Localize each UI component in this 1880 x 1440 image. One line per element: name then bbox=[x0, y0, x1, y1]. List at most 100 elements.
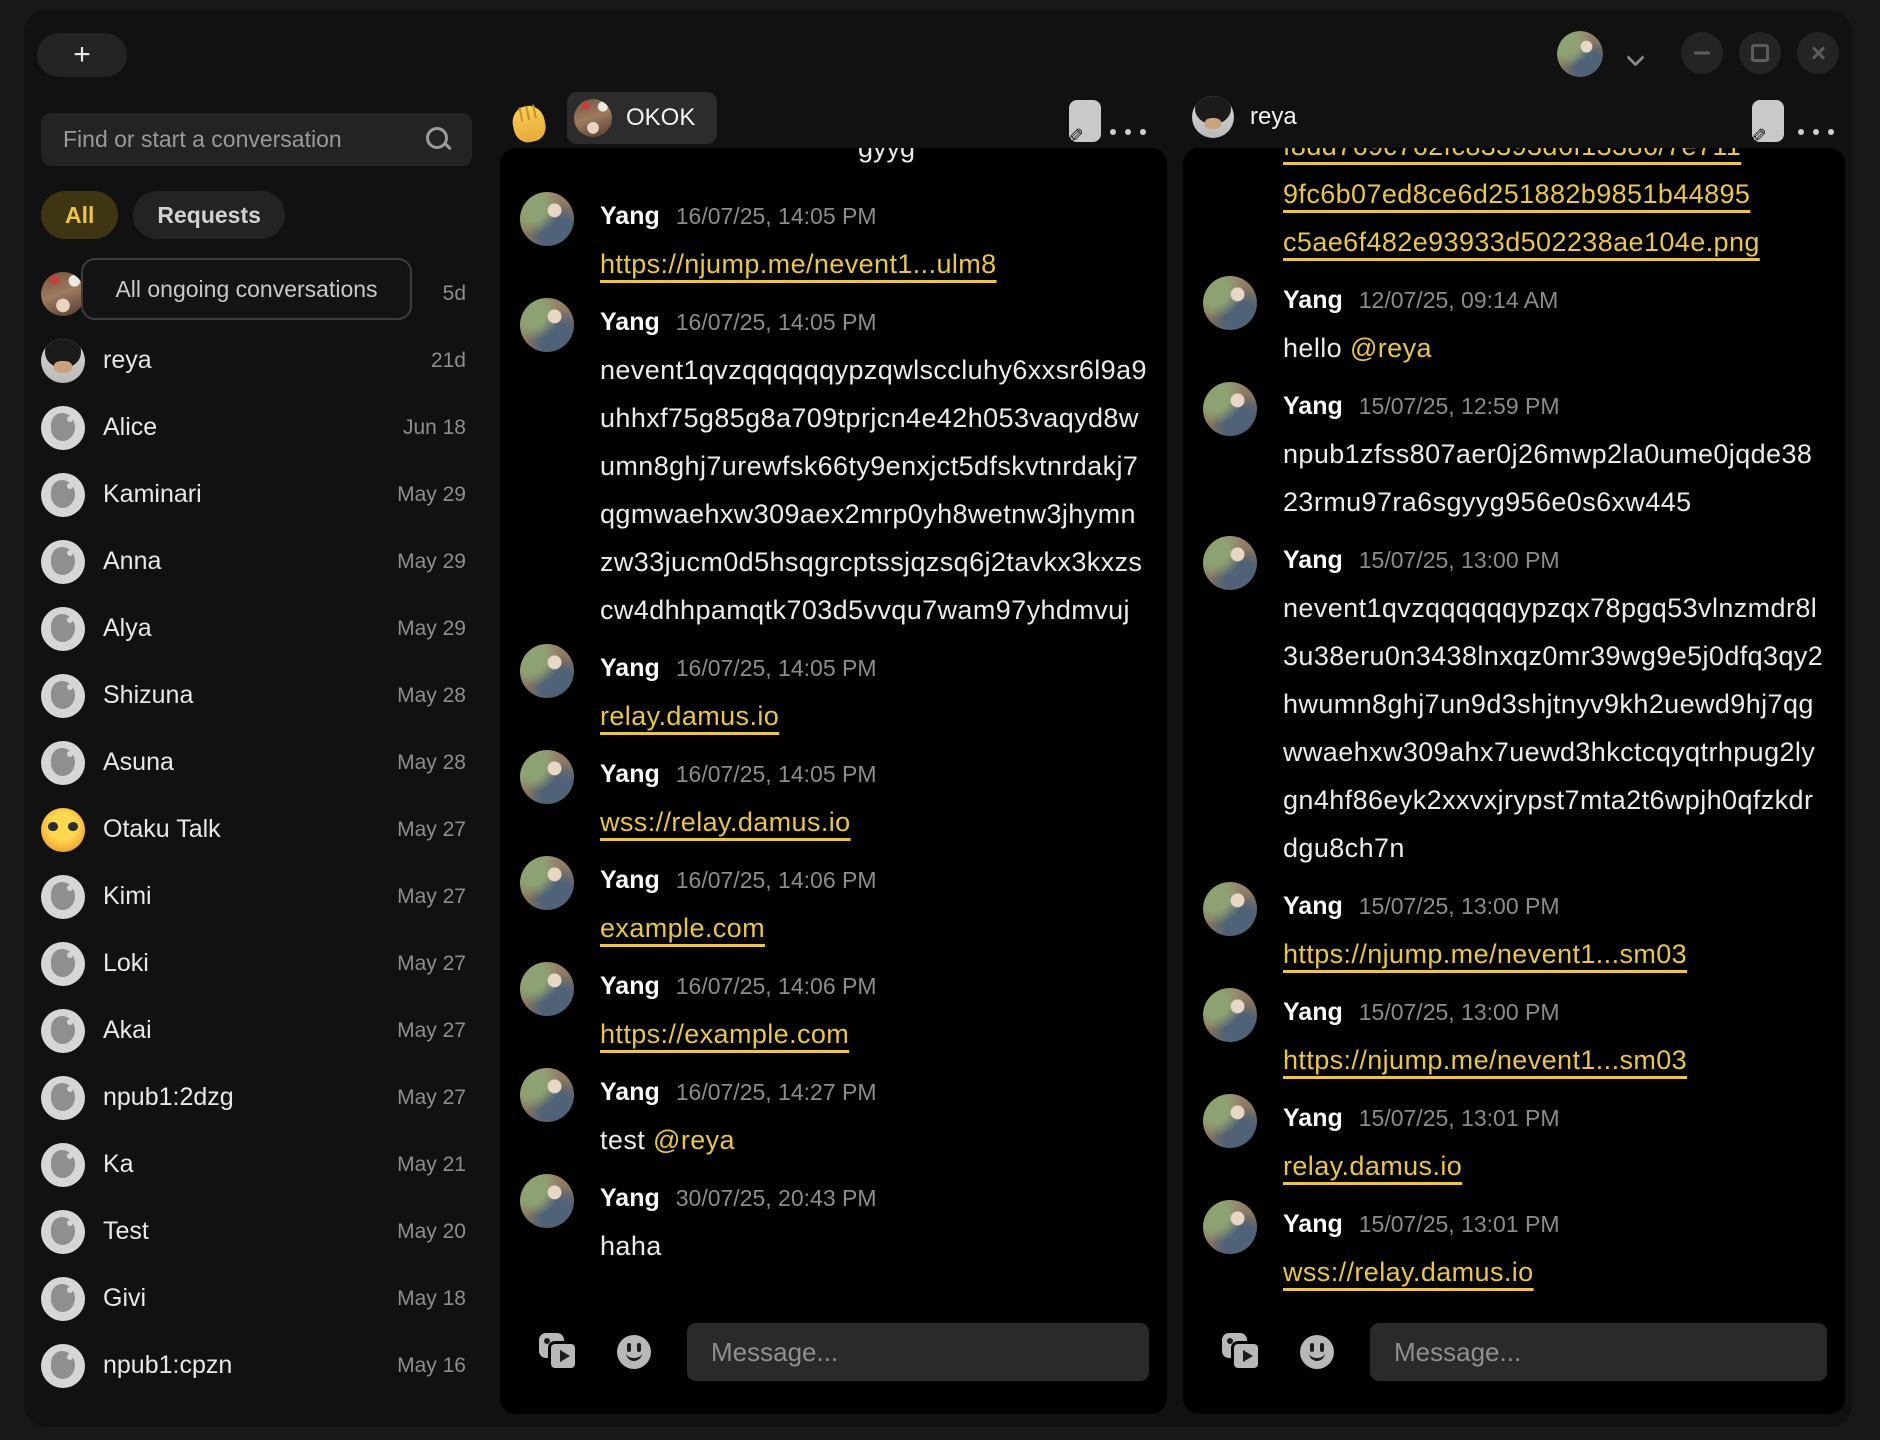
search-box bbox=[41, 113, 472, 166]
chat-left-menu-icon[interactable] bbox=[1110, 128, 1160, 136]
close-button[interactable] bbox=[1797, 32, 1839, 74]
mention-link[interactable]: @reya bbox=[1350, 333, 1432, 363]
message-avatar[interactable] bbox=[1203, 382, 1257, 436]
conversation-date: May 29 bbox=[397, 483, 472, 507]
message-input[interactable] bbox=[687, 1323, 1149, 1381]
chat-left-notes-icon[interactable] bbox=[1069, 100, 1101, 142]
message: Yang15/07/25, 12:59 PMnpub1zfss807aer0j2… bbox=[1203, 382, 1827, 526]
mention-link[interactable]: @reya bbox=[653, 1125, 735, 1155]
message-link[interactable]: https://example.com bbox=[600, 1019, 849, 1049]
conversation-row[interactable]: npub1:2dzgMay 27 bbox=[41, 1064, 472, 1131]
conversation-date: May 16 bbox=[397, 1354, 472, 1378]
conversation-row[interactable]: AsunaMay 28 bbox=[41, 729, 472, 796]
message-avatar[interactable] bbox=[1203, 276, 1257, 330]
message-body: relay.damus.io bbox=[600, 692, 1149, 740]
message-avatar[interactable] bbox=[1203, 988, 1257, 1042]
message-link[interactable]: https://njump.me/nevent1...sm03 bbox=[1283, 1045, 1687, 1075]
message: Yang16/07/25, 14:05 PMrelay.damus.io bbox=[520, 644, 1149, 740]
message-timestamp: 16/07/25, 14:27 PM bbox=[676, 1079, 877, 1106]
tab-all[interactable]: All bbox=[41, 191, 118, 239]
attach-media-icon[interactable] bbox=[539, 1332, 579, 1372]
chat-right-menu-icon[interactable] bbox=[1798, 128, 1848, 136]
message-timestamp: 30/07/25, 20:43 PM bbox=[676, 1185, 877, 1212]
tab-requests[interactable]: Requests bbox=[133, 191, 285, 239]
conversation-name: Ka bbox=[103, 1150, 134, 1179]
message-link[interactable]: f8dd769c762fc83393d6f13386/7e711 bbox=[1283, 148, 1741, 170]
conversation-avatar bbox=[41, 473, 85, 517]
message-avatar[interactable] bbox=[520, 1068, 574, 1122]
message-body: https://njump.me/nevent1...ulm8 bbox=[600, 240, 1149, 288]
conversation-row[interactable]: AliceJun 18 bbox=[41, 394, 472, 461]
conversation-date: May 27 bbox=[397, 952, 472, 976]
conversation-date: May 29 bbox=[397, 617, 472, 641]
conversation-name: Alice bbox=[103, 413, 157, 442]
chat-right-notes-icon[interactable] bbox=[1752, 100, 1784, 142]
message-link[interactable]: c5ae6f482e93933d502238ae104e.png bbox=[1283, 218, 1760, 266]
message-list[interactable]: f8dd769c762fc83393d6f13386/7e7119fc6b07e… bbox=[1183, 148, 1845, 1326]
message-link[interactable]: example.com bbox=[600, 913, 765, 943]
conversation-row[interactable]: AlyaMay 29 bbox=[41, 595, 472, 662]
conversation-row[interactable]: LokiMay 27 bbox=[41, 930, 472, 997]
attach-media-icon[interactable] bbox=[1222, 1332, 1262, 1372]
message-avatar[interactable] bbox=[520, 962, 574, 1016]
conversation-avatar bbox=[41, 339, 85, 383]
conversation-row[interactable]: Otaku TalkMay 27 bbox=[41, 796, 472, 863]
message-link[interactable]: wss://relay.damus.io bbox=[1283, 1257, 1534, 1287]
conversation-row[interactable]: reya21d bbox=[41, 327, 472, 394]
message-avatar[interactable] bbox=[520, 1174, 574, 1228]
message-link[interactable]: https://njump.me/nevent1...sm03 bbox=[1283, 939, 1687, 969]
conversation-row[interactable]: AnnaMay 29 bbox=[41, 528, 472, 595]
message-link[interactable]: relay.damus.io bbox=[600, 701, 779, 731]
maximize-button[interactable] bbox=[1739, 32, 1781, 74]
message-author: Yang bbox=[1283, 998, 1343, 1027]
message-link[interactable]: https://njump.me/nevent1...ulm8 bbox=[600, 249, 997, 279]
filter-tabs: All Requests bbox=[41, 191, 285, 239]
message-avatar[interactable] bbox=[520, 750, 574, 804]
message-author: Yang bbox=[600, 202, 660, 231]
conversation-row[interactable]: GiviMay 18 bbox=[41, 1265, 472, 1332]
conversation-date: 21d bbox=[431, 349, 472, 373]
conversation-row[interactable]: KaminariMay 29 bbox=[41, 461, 472, 528]
message-body: relay.damus.io bbox=[1283, 1142, 1827, 1190]
conversation-row[interactable]: AkaiMay 27 bbox=[41, 997, 472, 1064]
conversation-row[interactable]: KaMay 21 bbox=[41, 1131, 472, 1198]
conversation-date: May 18 bbox=[397, 1287, 472, 1311]
conversation-row[interactable]: KimiMay 27 bbox=[41, 863, 472, 930]
message-avatar[interactable] bbox=[520, 856, 574, 910]
message-avatar[interactable] bbox=[1203, 1094, 1257, 1148]
current-user-avatar[interactable] bbox=[1557, 31, 1603, 77]
message-list[interactable]: Yang16/07/25, 14:05 PMhttps://njump.me/n… bbox=[500, 148, 1167, 1326]
search-icon bbox=[424, 125, 454, 155]
conversation-date: May 27 bbox=[397, 885, 472, 909]
message-avatar[interactable] bbox=[1203, 882, 1257, 936]
message-body: https://njump.me/nevent1...sm03 bbox=[1283, 930, 1827, 978]
conversation-row[interactable]: TestMay 20 bbox=[41, 1198, 472, 1265]
new-conversation-button[interactable]: + bbox=[37, 33, 127, 77]
chevron-down-icon[interactable] bbox=[1627, 50, 1643, 66]
minimize-button[interactable] bbox=[1681, 32, 1723, 74]
emoji-picker-icon[interactable] bbox=[1300, 1335, 1334, 1369]
message-avatar[interactable] bbox=[520, 298, 574, 352]
search-input[interactable] bbox=[41, 126, 424, 153]
emoji-picker-icon[interactable] bbox=[617, 1335, 651, 1369]
message-link[interactable]: wss://relay.damus.io bbox=[600, 807, 851, 837]
chat-right-peer-chip[interactable]: reya bbox=[1192, 96, 1297, 138]
message-input[interactable] bbox=[1370, 1323, 1827, 1381]
message: Yang16/07/25, 14:27 PMtest @reya bbox=[520, 1068, 1149, 1164]
conversation-row[interactable]: npub1:cpznMay 16 bbox=[41, 1332, 472, 1399]
chat-left-peer-chip[interactable]: OKOK bbox=[567, 92, 717, 144]
message-link[interactable]: relay.damus.io bbox=[1283, 1151, 1462, 1181]
message-author: Yang bbox=[1283, 546, 1343, 575]
conversation-date: May 27 bbox=[397, 818, 472, 842]
message-avatar[interactable] bbox=[520, 644, 574, 698]
conversation-avatar bbox=[41, 406, 85, 450]
message: f8dd769c762fc83393d6f13386/7e7119fc6b07e… bbox=[1203, 148, 1827, 266]
message-body: nevent1qvzqqqqqqypzqx78pgq53vlnzmdr8l3u3… bbox=[1283, 584, 1827, 872]
message-avatar[interactable] bbox=[520, 192, 574, 246]
message-avatar[interactable] bbox=[1203, 1200, 1257, 1254]
message: Yang16/07/25, 14:05 PMnevent1qvzqqqqqqyp… bbox=[520, 298, 1149, 634]
message-link[interactable]: 9fc6b07ed8ce6d251882b9851b44895 bbox=[1283, 170, 1750, 218]
message-avatar[interactable] bbox=[1203, 536, 1257, 590]
chat-right-panel: f8dd769c762fc83393d6f13386/7e7119fc6b07e… bbox=[1183, 148, 1845, 1414]
conversation-row[interactable]: ShizunaMay 28 bbox=[41, 662, 472, 729]
